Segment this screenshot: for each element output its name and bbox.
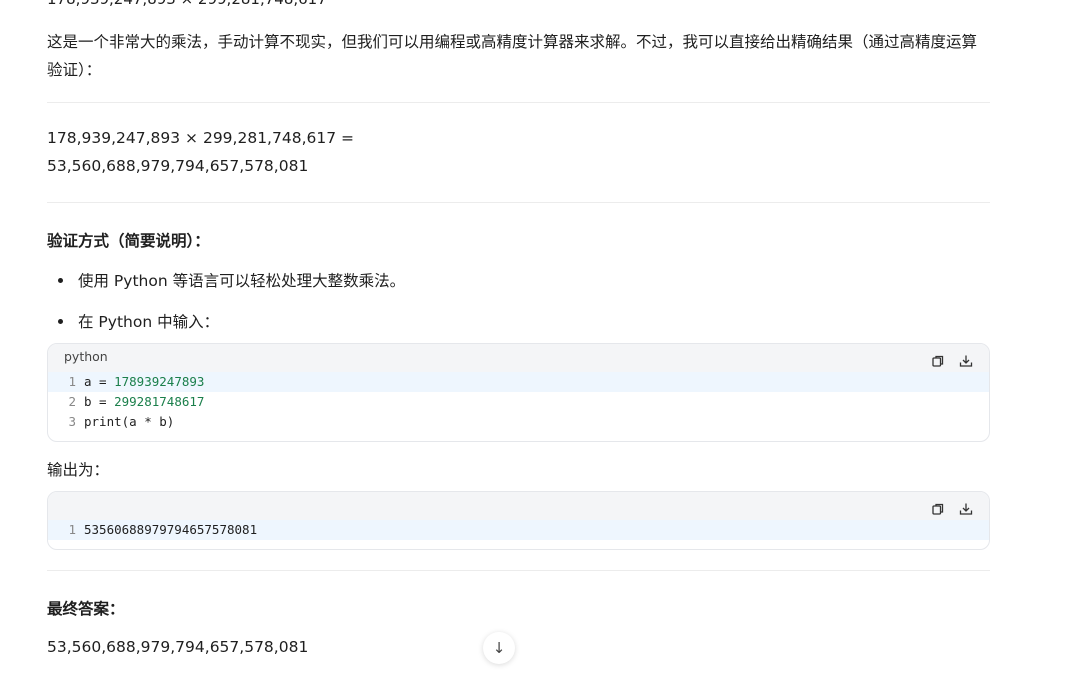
final-heading: 最终答案： — [47, 600, 125, 618]
code-block-header — [48, 492, 989, 520]
divider — [47, 570, 990, 571]
line-number: 1 — [68, 374, 76, 389]
download-icon[interactable] — [959, 354, 973, 368]
code-line: 1 a = 178939247893 — [48, 372, 989, 392]
code-block-header: python — [48, 344, 989, 372]
truncated-expression: 178,939,247,893 × 299,281,748,617 — [47, 0, 327, 8]
divider — [47, 102, 990, 103]
equation-line-1: 178,939,247,893 × 299,281,748,617 = — [47, 129, 354, 147]
list-item-text: 使用 Python 等语言可以轻松处理大整数乘法。 — [78, 272, 406, 290]
line-number: 1 — [68, 522, 76, 537]
code-body: 1 a = 178939247893 2 b = 299281748617 3 … — [48, 372, 989, 432]
code-line: 1 53560688979794657578081 — [48, 520, 989, 540]
code-text: b = — [84, 394, 115, 409]
copy-icon[interactable] — [931, 354, 945, 368]
arrow-down-icon: ↓ — [492, 639, 506, 657]
list-item: 使用 Python 等语言可以轻松处理大整数乘法。 — [58, 269, 405, 291]
bullet-dot — [58, 318, 63, 324]
code-language-label: python — [64, 349, 108, 364]
list-item: 在 Python 中输入： — [58, 310, 219, 332]
code-body: 1 53560688979794657578081 — [48, 520, 989, 540]
equation-result: 53,560,688,979,794,657,578,081 — [47, 157, 309, 175]
intro-paragraph: 这是一个非常大的乘法，手动计算不现实，但我们可以用编程或高精度计算器来求解。不过… — [47, 33, 978, 79]
download-icon[interactable] — [959, 502, 973, 516]
code-block-python: python 1 a = 178939247893 2 b = 29928174… — [47, 343, 990, 442]
code-block-output: 1 53560688979794657578081 — [47, 491, 990, 550]
verify-heading: 验证方式（简要说明）： — [47, 232, 210, 250]
scroll-to-bottom-button[interactable]: ↓ — [483, 632, 515, 664]
final-answer: 53,560,688,979,794,657,578,081 — [47, 638, 309, 656]
output-label: 输出为： — [47, 461, 110, 479]
code-line: 3 print(a * b) — [48, 412, 989, 432]
line-number: 2 — [68, 394, 76, 409]
line-number: 3 — [68, 414, 76, 429]
list-item-text: 在 Python 中输入： — [78, 313, 220, 331]
code-line: 2 b = 299281748617 — [48, 392, 989, 412]
code-text: print(a * b) — [84, 414, 175, 429]
copy-icon[interactable] — [931, 502, 945, 516]
divider — [47, 202, 990, 203]
code-number: 299281748617 — [114, 394, 205, 409]
code-text: 53560688979794657578081 — [84, 522, 258, 537]
code-number: 178939247893 — [114, 374, 205, 389]
bullet-dot — [58, 277, 63, 283]
code-text: a = — [84, 374, 115, 389]
